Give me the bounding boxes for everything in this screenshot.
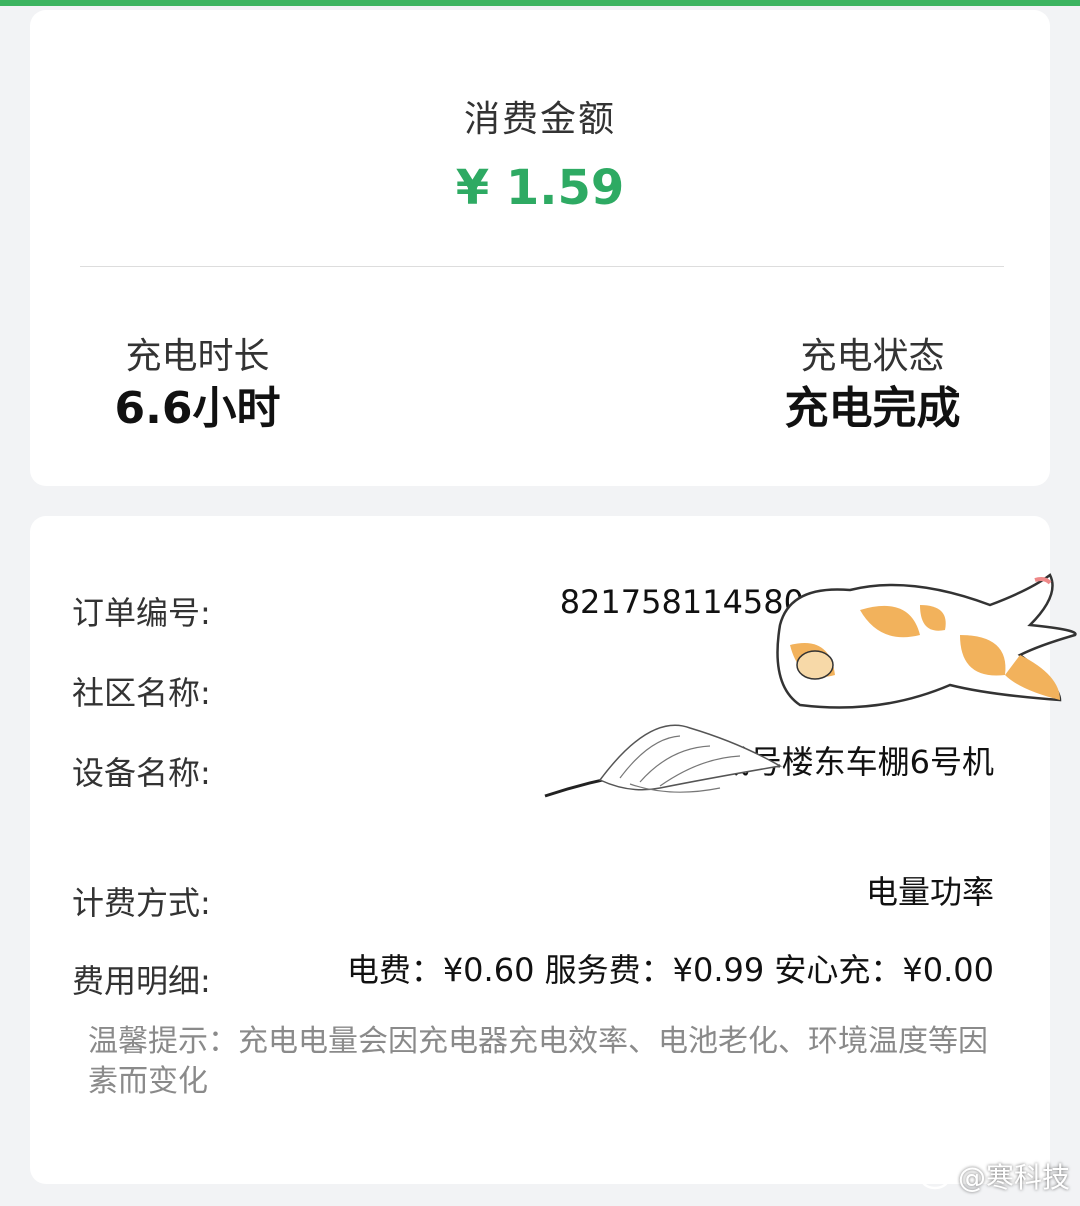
- fee-value: 电费：¥0.60 服务费：¥0.99 安心充：¥0.00: [346, 951, 994, 989]
- watermark-text: @寒科技: [957, 1161, 1070, 1194]
- status-value: 充电完成: [784, 383, 961, 434]
- duration-value: 6.6小时: [114, 383, 281, 434]
- billing-value: 电量功率: [865, 873, 994, 911]
- weibo-icon: [920, 1164, 953, 1190]
- amount-title: 消费金额: [463, 99, 616, 140]
- cat-sticker: [776, 573, 1077, 709]
- billing-label: 计费方式:: [72, 884, 211, 922]
- community-label: 社区名称:: [72, 674, 211, 712]
- divider: [80, 266, 1004, 267]
- device-label: 设备名称:: [72, 754, 211, 792]
- tip-text: 温馨提示：充电电量会因充电器充电效率、电池老化、环境温度等因素而变化: [88, 1024, 988, 1099]
- duration-stat: 充电时长 6.6小时: [100, 335, 295, 437]
- status-label: 充电状态: [800, 336, 945, 377]
- top-accent-bar: [0, 0, 1080, 6]
- fee-label: 费用明细:: [72, 962, 211, 1000]
- duration-label: 充电时长: [125, 336, 270, 377]
- feather-sticker: [544, 724, 783, 798]
- amount-value: ¥ 1.59: [455, 160, 625, 216]
- watermark: @寒科技: [920, 1156, 1070, 1196]
- order-label: 订单编号:: [72, 594, 211, 632]
- summary-card: 消费金额 ¥ 1.59 充电时长 6.6小时 充电状态 充电完成: [30, 10, 1050, 486]
- status-stat: 充电状态 充电完成: [765, 335, 980, 437]
